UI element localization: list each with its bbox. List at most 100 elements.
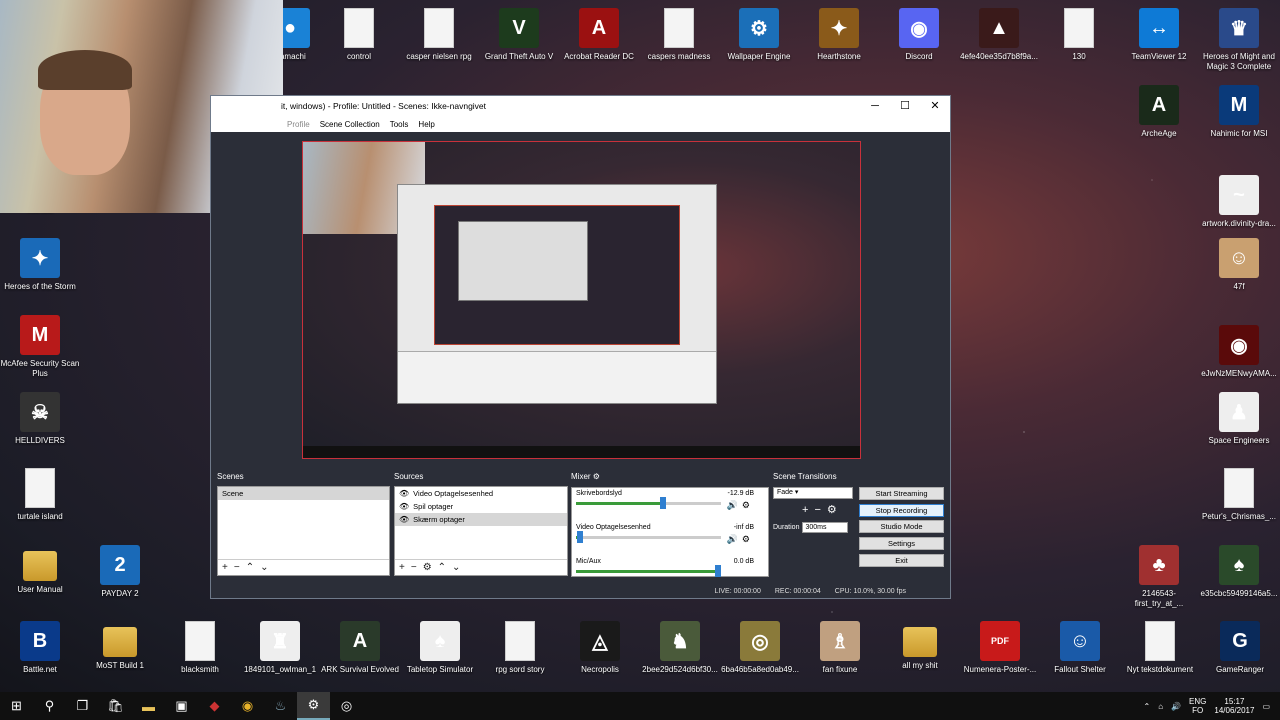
desktop-icon[interactable]: ☺ 47f xyxy=(1199,238,1279,292)
obs-preview[interactable] xyxy=(302,141,861,459)
transition-select[interactable]: Fade ▾ xyxy=(773,487,853,499)
desktop-icon[interactable]: MoST Build 1 xyxy=(80,621,160,671)
desktop-icon[interactable]: rpg sord story xyxy=(480,621,560,675)
windows-start-icon[interactable]: ⊞ xyxy=(0,692,33,720)
down-icon[interactable]: ⌄ xyxy=(452,562,460,573)
desktop-icon[interactable]: ▲ 4efe40ee35d7b8f9a... xyxy=(959,8,1039,62)
obs-window[interactable]: it, windows) - Profile: Untitled - Scene… xyxy=(210,95,951,599)
up-icon[interactable]: ⌃ xyxy=(246,562,254,573)
settings-button[interactable]: Settings xyxy=(859,537,944,551)
volume-icon[interactable]: 🔊 xyxy=(1171,702,1181,711)
desktop-icon[interactable]: ♗ fan fixune xyxy=(800,621,880,675)
desktop-icon[interactable]: ☺ Fallout Shelter xyxy=(1040,621,1120,675)
language-indicator[interactable]: ENG FO xyxy=(1189,697,1206,715)
app-icon[interactable]: ▣ xyxy=(165,692,198,720)
eye-icon[interactable]: 👁 xyxy=(399,502,409,511)
desktop-icon[interactable]: Nyt tekstdokument xyxy=(1120,621,1200,675)
close-button[interactable]: ✕ xyxy=(920,96,950,116)
desktop-icon[interactable]: ♠ Tabletop Simulator xyxy=(400,621,480,675)
desktop-icon[interactable]: 130 xyxy=(1039,8,1119,62)
desktop-icon[interactable]: M Nahimic for MSI xyxy=(1199,85,1279,139)
audio-mixer[interactable]: Skrivebordslyd -12.9 dB 🔊⚙ Video Optagel… xyxy=(571,487,769,577)
gear-icon[interactable]: ⚙ xyxy=(593,472,600,481)
desktop-icon[interactable]: all my shit xyxy=(880,621,960,671)
desktop-icon[interactable]: ◎ 6ba46b5a8ed0ab49... xyxy=(720,621,800,675)
sources-list[interactable]: 👁 Video Optagelsesenhed 👁 Spil optager 👁 Sk… xyxy=(394,486,568,576)
desktop-icon[interactable]: User Manual xyxy=(0,545,80,595)
exit-button[interactable]: Exit xyxy=(859,553,944,567)
desktop-icon[interactable]: ♣ 2146543-first_try_at_... xyxy=(1119,545,1199,609)
add-icon[interactable]: + xyxy=(399,562,405,573)
remove-icon[interactable]: − xyxy=(814,504,826,516)
desktop-icon[interactable]: A ArcheAge xyxy=(1119,85,1199,139)
volume-slider[interactable] xyxy=(715,565,722,577)
desktop-icon[interactable]: B Battle.net xyxy=(0,621,80,675)
duration-input[interactable]: 300ms xyxy=(802,522,849,533)
desktop-icon[interactable]: blacksmith xyxy=(160,621,240,675)
network-icon[interactable]: ⌂ xyxy=(1158,702,1163,711)
desktop-icon[interactable]: ♠ e35cbc59499146a5... xyxy=(1199,545,1279,599)
obs-titlebar[interactable]: it, windows) - Profile: Untitled - Scene… xyxy=(211,96,950,116)
gear-icon[interactable]: ⚙ xyxy=(742,534,754,544)
desktop-icon[interactable]: ↔ TeamViewer 12 xyxy=(1119,8,1199,62)
desktop-icon[interactable]: ⚙ Wallpaper Engine xyxy=(719,8,799,62)
task-view-icon[interactable]: ❐ xyxy=(66,692,99,720)
store-icon[interactable]: 🛍 xyxy=(99,692,132,720)
scenes-list[interactable]: Scene + − ⌃ ⌄ xyxy=(217,486,390,576)
desktop-icon[interactable]: turtale island xyxy=(0,468,80,522)
menu-scene-collection[interactable]: Scene Collection xyxy=(320,120,380,129)
eye-icon[interactable]: 👁 xyxy=(399,515,409,524)
clock[interactable]: 15:17 14/06/2017 xyxy=(1214,697,1254,715)
studio-mode-button[interactable]: Studio Mode xyxy=(859,520,944,534)
file-explorer-icon[interactable]: ▬ xyxy=(132,692,165,720)
desktop-icon[interactable]: M McAfee Security Scan Plus xyxy=(0,315,80,379)
stop-recording-button[interactable]: Stop Recording xyxy=(859,503,944,517)
chevron-up-icon[interactable]: ⌃ xyxy=(1144,702,1151,711)
source-item[interactable]: 👁 Video Optagelsesenhed xyxy=(395,487,567,500)
steam-icon[interactable]: ♨ xyxy=(264,692,297,720)
minimize-button[interactable]: ─ xyxy=(860,96,890,116)
menu-tools[interactable]: Tools xyxy=(390,120,409,129)
desktop-icon[interactable]: ◉ eJwNzMENwyAMA... xyxy=(1199,325,1279,379)
desktop-icon[interactable]: Petur's_Chrismas_... xyxy=(1199,468,1279,522)
eye-icon[interactable]: 👁 xyxy=(399,489,409,498)
down-icon[interactable]: ⌄ xyxy=(260,562,268,573)
menu-help[interactable]: Help xyxy=(418,120,434,129)
game-icon[interactable]: ◆ xyxy=(198,692,231,720)
desktop-icon[interactable]: ~ artwork.divinity-dra... xyxy=(1199,175,1279,229)
desktop-icon[interactable]: A ARK Survival Evolved xyxy=(320,621,400,675)
desktop-icon[interactable]: control xyxy=(319,8,399,62)
desktop-icon[interactable]: V Grand Theft Auto V xyxy=(479,8,559,62)
desktop-icon[interactable]: 2 PAYDAY 2 xyxy=(80,545,160,599)
search-icon[interactable]: ⚲ xyxy=(33,692,66,720)
gear-icon[interactable]: ⚙ xyxy=(742,500,754,510)
add-icon[interactable]: + xyxy=(222,562,228,573)
desktop-icon[interactable]: casper nielsen rpg xyxy=(399,8,479,62)
add-icon[interactable]: + xyxy=(802,504,814,516)
desktop-icon[interactable]: ♞ 2bee29d524d6bf30... xyxy=(640,621,720,675)
desktop-icon[interactable]: ✦ Hearthstone xyxy=(799,8,879,62)
desktop-icon[interactable]: ♜ 1849101_owlman_1 xyxy=(240,621,320,675)
desktop-icon[interactable]: ✦ Heroes of the Storm xyxy=(0,238,80,292)
desktop-icon[interactable]: A Acrobat Reader DC xyxy=(559,8,639,62)
gear-icon[interactable]: ⚙ xyxy=(423,562,432,573)
volume-slider[interactable] xyxy=(660,497,666,509)
source-item[interactable]: 👁 Spil optager xyxy=(395,500,567,513)
desktop-icon[interactable]: caspers madness xyxy=(639,8,719,62)
maximize-button[interactable]: ☐ xyxy=(890,96,920,116)
desktop-icon[interactable]: ♟ Space Engineers xyxy=(1199,392,1279,446)
desktop-icon[interactable]: ◬ Necropolis xyxy=(560,621,640,675)
gear-icon[interactable]: ⚙ xyxy=(827,504,843,516)
start-streaming-button[interactable]: Start Streaming xyxy=(859,487,944,500)
obs-icon[interactable]: ◎ xyxy=(330,692,363,720)
desktop-icon[interactable]: ☠ HELLDIVERS xyxy=(0,392,80,446)
desktop-icon[interactable]: ♛ Heroes of Might and Magic 3 Complete xyxy=(1199,8,1279,72)
scene-item[interactable]: Scene xyxy=(218,487,389,500)
desktop-icon[interactable]: ◉ Discord xyxy=(879,8,959,62)
remove-icon[interactable]: − xyxy=(234,562,240,573)
chrome-icon[interactable]: ◉ xyxy=(231,692,264,720)
volume-slider[interactable] xyxy=(577,531,584,543)
remove-icon[interactable]: − xyxy=(411,562,417,573)
notifications-icon[interactable]: ▭ xyxy=(1262,702,1270,711)
speaker-icon[interactable]: 🔊 xyxy=(727,500,742,510)
